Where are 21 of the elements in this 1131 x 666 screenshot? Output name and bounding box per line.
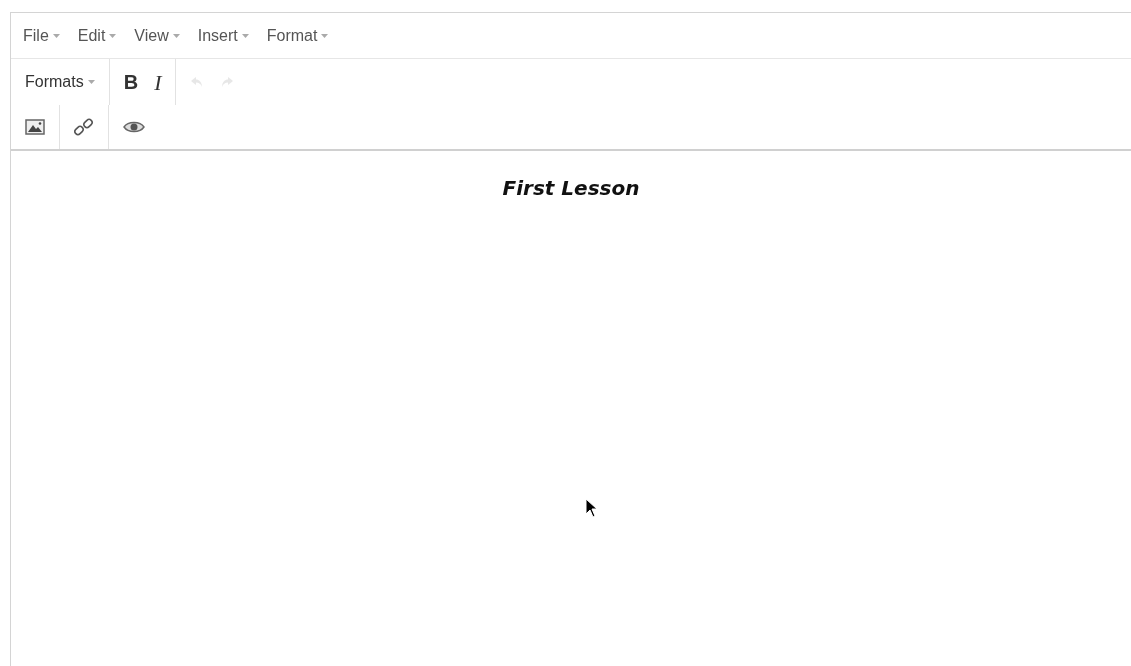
menu-item[interactable]: View [128, 19, 186, 52]
menu-item[interactable]: Insert [191, 19, 255, 52]
document-heading: First Lesson [501, 175, 641, 202]
caret-icon [109, 33, 117, 38]
menu-item[interactable]: File [17, 19, 66, 52]
menu-item[interactable]: Edit [71, 19, 123, 52]
redo-icon [220, 76, 235, 88]
caret-icon [321, 33, 329, 38]
image-icon [25, 119, 45, 135]
link-icon [74, 117, 94, 137]
undo-icon [190, 76, 205, 88]
caret-icon [241, 33, 249, 38]
cursor-icon [585, 498, 599, 520]
eye-icon [123, 120, 145, 134]
caret-icon [172, 33, 180, 38]
italic-button[interactable]: I [146, 61, 170, 103]
formats-dropdown[interactable]: Formats [17, 66, 103, 98]
caret-icon [52, 33, 60, 38]
caret-icon [87, 80, 95, 84]
bold-button[interactable]: B [115, 63, 147, 101]
menu-item[interactable]: Format [260, 19, 335, 52]
